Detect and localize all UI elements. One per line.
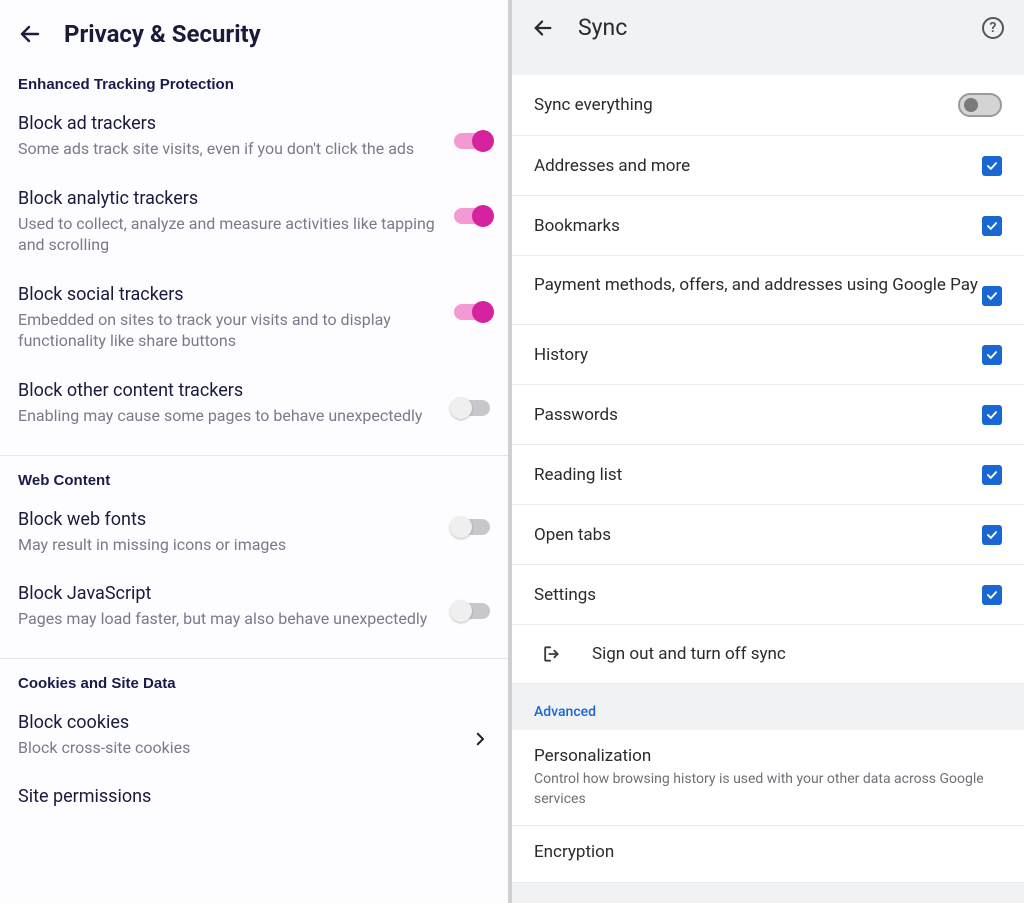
sign-out-label: Sign out and turn off sync <box>592 644 786 664</box>
pref-title: Block web fonts <box>18 509 442 530</box>
back-arrow-icon[interactable] <box>18 22 42 46</box>
personalization-row[interactable]: Personalization Control how browsing his… <box>512 730 1024 826</box>
toggle-other-trackers[interactable] <box>454 400 490 416</box>
back-arrow-icon[interactable] <box>532 17 554 39</box>
toggle-sync-everything[interactable] <box>958 93 1002 117</box>
checkbox-open-tabs[interactable] <box>982 525 1002 545</box>
row-subtitle: Control how browsing history is used wit… <box>534 770 1002 809</box>
sync-pane: Sync ? Sync everything Addresses and mor… <box>512 0 1024 903</box>
pref-title: Block ad trackers <box>18 113 442 134</box>
pref-subtitle: Enabling may cause some pages to behave … <box>18 405 442 427</box>
checkbox-payment[interactable] <box>982 286 1002 306</box>
row-label: Reading list <box>534 465 982 485</box>
pref-block-analytic-trackers[interactable]: Block analytic trackers Used to collect,… <box>0 180 508 276</box>
pref-block-other-trackers[interactable]: Block other content trackers Enabling ma… <box>0 372 508 447</box>
pref-subtitle: May result in missing icons or images <box>18 534 442 556</box>
sync-addresses-row[interactable]: Addresses and more <box>512 136 1024 196</box>
pref-subtitle: Some ads track site visits, even if you … <box>18 138 442 160</box>
sync-open-tabs-row[interactable]: Open tabs <box>512 505 1024 565</box>
sync-passwords-row[interactable]: Passwords <box>512 385 1024 445</box>
toggle-social-trackers[interactable] <box>454 304 490 320</box>
row-title: Encryption <box>534 842 1002 862</box>
pref-title: Block cookies <box>18 712 470 733</box>
sync-reading-list-row[interactable]: Reading list <box>512 445 1024 505</box>
row-label: Addresses and more <box>534 156 982 176</box>
checkbox-passwords[interactable] <box>982 405 1002 425</box>
sync-payment-row[interactable]: Payment methods, offers, and addresses u… <box>512 256 1024 325</box>
toggle-javascript[interactable] <box>454 603 490 619</box>
encryption-row[interactable]: Encryption <box>512 826 1024 883</box>
sync-everything-row[interactable]: Sync everything <box>512 75 1024 136</box>
pref-title: Block social trackers <box>18 284 442 305</box>
right-header: Sync ? <box>512 0 1024 55</box>
pref-subtitle: Used to collect, analyze and measure act… <box>18 213 442 256</box>
row-label: Sync everything <box>534 95 958 115</box>
page-title: Sync <box>578 14 958 41</box>
pref-subtitle: Embedded on sites to track your visits a… <box>18 309 442 352</box>
help-icon[interactable]: ? <box>982 17 1004 39</box>
checkbox-bookmarks[interactable] <box>982 216 1002 236</box>
toggle-analytic-trackers[interactable] <box>454 208 490 224</box>
row-title: Personalization <box>534 746 1002 766</box>
toggle-ad-trackers[interactable] <box>454 133 490 149</box>
row-label: Passwords <box>534 405 982 425</box>
pref-block-cookies[interactable]: Block cookies Block cross-site cookies <box>0 704 508 779</box>
section-cookies: Cookies and Site Data <box>0 671 508 704</box>
sync-bookmarks-row[interactable]: Bookmarks <box>512 196 1024 256</box>
divider <box>0 658 508 659</box>
checkbox-history[interactable] <box>982 345 1002 365</box>
pref-title: Block other content trackers <box>18 380 442 401</box>
pref-block-ad-trackers[interactable]: Block ad trackers Some ads track site vi… <box>0 105 508 180</box>
sign-out-icon <box>540 643 562 665</box>
sign-out-row[interactable]: Sign out and turn off sync <box>512 625 1024 684</box>
pref-subtitle: Block cross-site cookies <box>18 737 470 759</box>
checkbox-addresses[interactable] <box>982 156 1002 176</box>
pref-site-permissions[interactable]: Site permissions <box>0 778 508 825</box>
row-label: Bookmarks <box>534 216 982 236</box>
pref-block-web-fonts[interactable]: Block web fonts May result in missing ic… <box>0 501 508 576</box>
chevron-right-icon <box>470 729 490 749</box>
row-label: Settings <box>534 585 982 605</box>
page-title: Privacy & Security <box>64 20 261 48</box>
section-web-content: Web Content <box>0 468 508 501</box>
pref-block-javascript[interactable]: Block JavaScript Pages may load faster, … <box>0 575 508 650</box>
row-label: History <box>534 345 982 365</box>
privacy-security-pane: Privacy & Security Enhanced Tracking Pro… <box>0 0 512 903</box>
pref-subtitle: Pages may load faster, but may also beha… <box>18 608 442 630</box>
toggle-web-fonts[interactable] <box>454 519 490 535</box>
section-tracking-protection: Enhanced Tracking Protection <box>0 72 508 105</box>
pref-title: Block JavaScript <box>18 583 442 604</box>
pref-block-social-trackers[interactable]: Block social trackers Embedded on sites … <box>0 276 508 372</box>
advanced-section-label: Advanced <box>512 684 1024 730</box>
sync-list: Sync everything Addresses and more Bookm… <box>512 75 1024 684</box>
checkbox-reading-list[interactable] <box>982 465 1002 485</box>
row-label: Payment methods, offers, and addresses u… <box>534 274 982 298</box>
left-header: Privacy & Security <box>0 0 508 72</box>
divider <box>0 455 508 456</box>
sync-history-row[interactable]: History <box>512 325 1024 385</box>
pref-title: Block analytic trackers <box>18 188 442 209</box>
row-label: Open tabs <box>534 525 982 545</box>
sync-settings-row[interactable]: Settings <box>512 565 1024 625</box>
checkbox-settings[interactable] <box>982 585 1002 605</box>
